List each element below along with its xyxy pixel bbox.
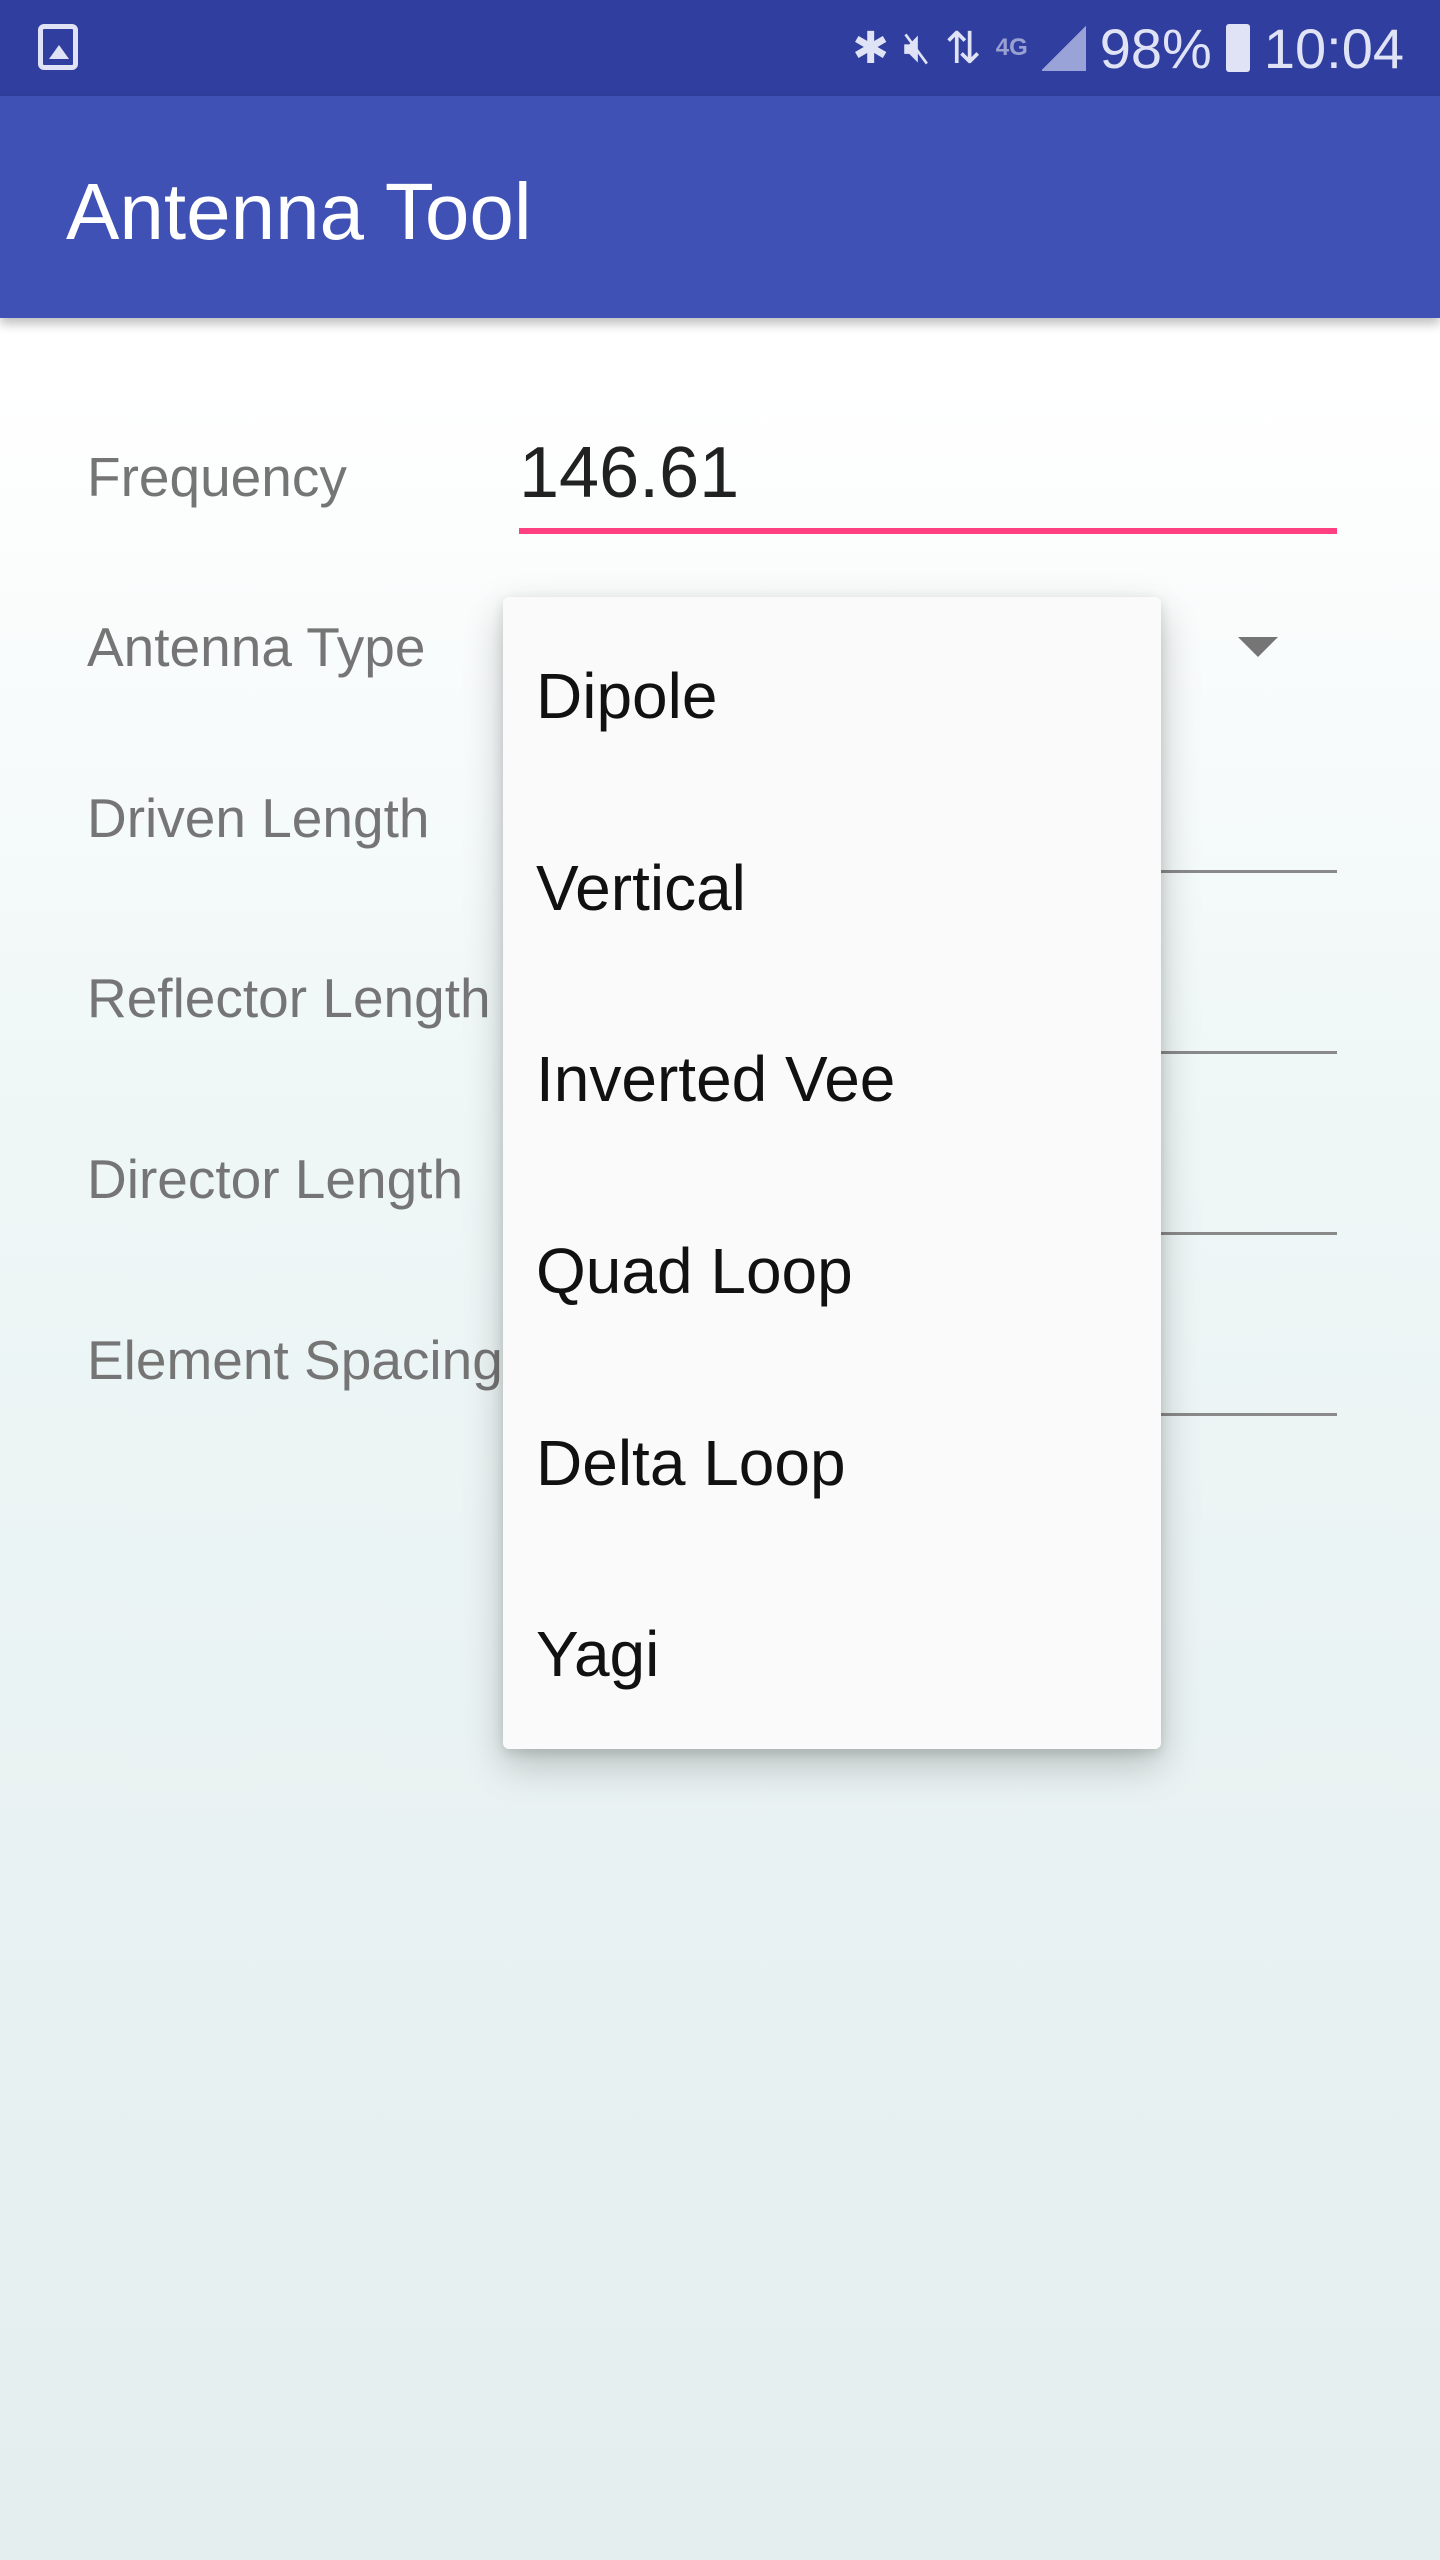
mute-icon: 🔇︎ [903,23,931,72]
clock: 10:04 [1263,16,1404,80]
frequency-underline [519,528,1337,534]
bluetooth-icon: ✱ [852,23,890,73]
antenna-type-label: Antenna Type [87,616,426,678]
driven-length-label: Driven Length [87,787,430,849]
antenna-type-dropdown-menu: Dipole Vertical Inverted Vee Quad Loop D… [503,597,1161,1749]
signal-icon [1041,25,1086,71]
frequency-input[interactable]: 146.61 [519,432,739,514]
option-vertical[interactable]: Vertical [503,792,1161,984]
element-spacing-label: Element Spacing [87,1329,503,1391]
gallery-icon [38,24,78,70]
option-yagi[interactable]: Yagi [503,1558,1161,1750]
dropdown-arrow-icon[interactable] [1238,637,1278,657]
option-inverted-vee[interactable]: Inverted Vee [503,983,1161,1175]
4g-icon: 4G [995,34,1028,61]
battery-percent: 98% [1099,16,1212,80]
option-delta-loop[interactable]: Delta Loop [503,1367,1161,1559]
option-quad-loop[interactable]: Quad Loop [503,1175,1161,1367]
wifi-icon: ⇅ [944,23,982,73]
battery-icon [1225,24,1250,72]
app-bar: Antenna Tool [0,96,1440,318]
reflector-length-label: Reflector Length [87,967,491,1029]
frequency-label: Frequency [87,446,347,508]
director-length-label: Director Length [87,1148,464,1210]
status-bar: ✱ 🔇︎ ⇅ 4G 98% 10:04 [0,0,1440,96]
app-title: Antenna Tool [66,167,532,256]
option-dipole[interactable]: Dipole [503,600,1161,792]
